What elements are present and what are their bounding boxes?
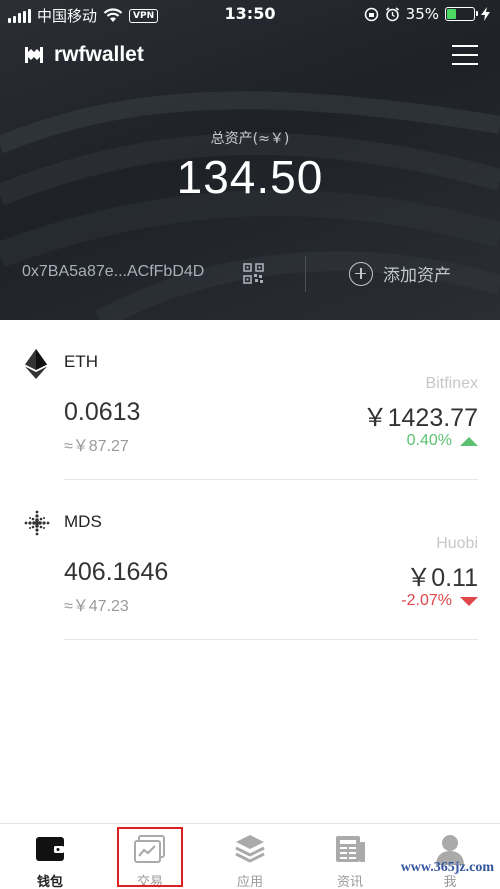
alarm-icon: [385, 6, 399, 21]
plus-circle-icon: [349, 261, 373, 286]
asset-balance: 406.1646: [64, 558, 169, 586]
tab-label: 资讯: [336, 875, 363, 889]
layers-icon: [235, 835, 265, 863]
total-assets-value: 134.50: [176, 151, 324, 203]
wallet-header: 中国移动 VPN 13:50 35% rwfwallet 总资产(≈￥) 134…: [0, 0, 500, 320]
asset-price: ￥1423.77: [362, 404, 478, 432]
asset-change: 0.40%: [407, 432, 478, 450]
total-assets-label: 总资产(≈￥): [210, 131, 290, 147]
trend-down-icon: [460, 596, 478, 606]
wallet-icon: [36, 837, 64, 861]
asset-row-eth[interactable]: ETH Bitfinex 0.0613 ￥1423.77 ≈￥87.27 0.4…: [0, 320, 500, 480]
asset-row-mds[interactable]: MDS Huobi 406.1646 ￥0.11 ≈￥47.23 -2.07%: [0, 480, 500, 640]
status-bar: 中国移动 VPN 13:50 35%: [0, 0, 500, 30]
trend-up-icon: [460, 436, 478, 446]
rwfwallet-logo-icon: [25, 47, 43, 63]
tab-label: 应用: [236, 875, 263, 889]
charging-bolt-icon: [481, 7, 490, 21]
asset-balance: 0.0613: [64, 398, 141, 426]
asset-change: -2.07%: [401, 592, 478, 610]
orientation-lock-icon: [364, 7, 378, 21]
trade-chart-icon: [134, 835, 165, 863]
asset-price: ￥0.11: [406, 564, 478, 592]
bottom-tab-bar: 钱包 交易 应用 资讯 我: [0, 823, 500, 889]
app-title: rwfwallet: [54, 43, 144, 66]
ethereum-icon: [25, 349, 47, 379]
asset-symbol: MDS: [64, 512, 102, 531]
wallet-address[interactable]: 0x7BA5a87e...ACfFbD4D: [22, 263, 204, 281]
tab-me[interactable]: 我: [400, 824, 500, 889]
tab-label: 钱包: [36, 875, 63, 889]
asset-cny-value: ≈￥47.23: [64, 598, 129, 615]
tab-news[interactable]: 资讯: [300, 824, 400, 889]
battery-icon: [445, 7, 478, 21]
asset-change-value: 0.40%: [406, 432, 452, 449]
asset-change-value: -2.07%: [401, 592, 452, 609]
asset-exchange: Huobi: [436, 535, 478, 552]
battery-percent: 35%: [405, 5, 439, 23]
row-divider: [64, 639, 478, 640]
menu-button[interactable]: [452, 45, 478, 65]
nav-bar: rwfwallet: [0, 32, 500, 82]
watermark-text: www.365jz.com: [400, 860, 494, 875]
qr-code-icon[interactable]: [243, 263, 264, 284]
tab-wallet[interactable]: 钱包: [0, 824, 100, 889]
mds-dots-icon: [24, 510, 50, 536]
news-icon: [336, 836, 365, 862]
add-asset-button[interactable]: 添加资产: [349, 261, 451, 286]
tab-label: 交易: [136, 875, 163, 889]
tab-trade[interactable]: 交易: [100, 824, 200, 889]
asset-symbol: ETH: [64, 352, 98, 371]
asset-exchange: Bitfinex: [425, 375, 478, 392]
add-asset-label: 添加资产: [383, 266, 451, 286]
asset-cny-value: ≈￥87.27: [64, 438, 129, 455]
tab-apps[interactable]: 应用: [200, 824, 300, 889]
header-divider: [305, 256, 306, 292]
